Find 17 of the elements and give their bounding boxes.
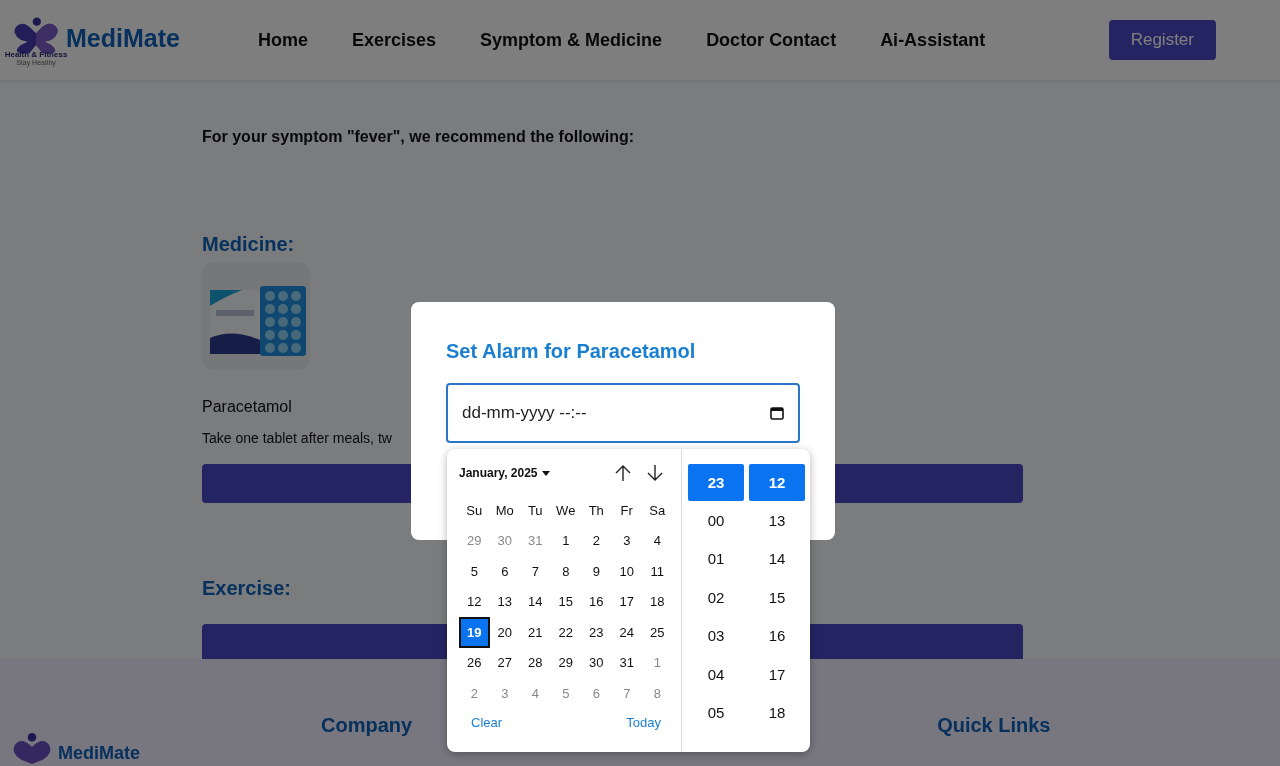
weekday-label: Sa: [648, 501, 667, 520]
weekday-label: Fr: [619, 501, 634, 520]
weekday-label: Mo: [494, 501, 515, 520]
medicine-instructions: Take one tablet after meals, tw: [202, 430, 392, 446]
footer-brand-name: MediMate: [58, 743, 140, 764]
weekday-label: Su: [465, 501, 484, 520]
weekday-label: Tu: [526, 501, 544, 520]
section-heading: Medicine:: [202, 233, 295, 256]
section-heading: Exercise:: [202, 577, 291, 600]
dialog-title: Set Alarm for Paracetamol: [446, 340, 697, 363]
weekday-label: We: [555, 501, 577, 520]
medicine-name: Paracetamol: [202, 398, 292, 416]
recommendation-text: For your symptom "fever", we recommend the following:: [202, 128, 636, 146]
weekday-label: Th: [587, 501, 605, 520]
footer-heading: Company: [321, 714, 413, 738]
logo-tagline: Health & Fitness: [4, 50, 68, 59]
footer-heading: Quick Links: [937, 714, 1051, 738]
